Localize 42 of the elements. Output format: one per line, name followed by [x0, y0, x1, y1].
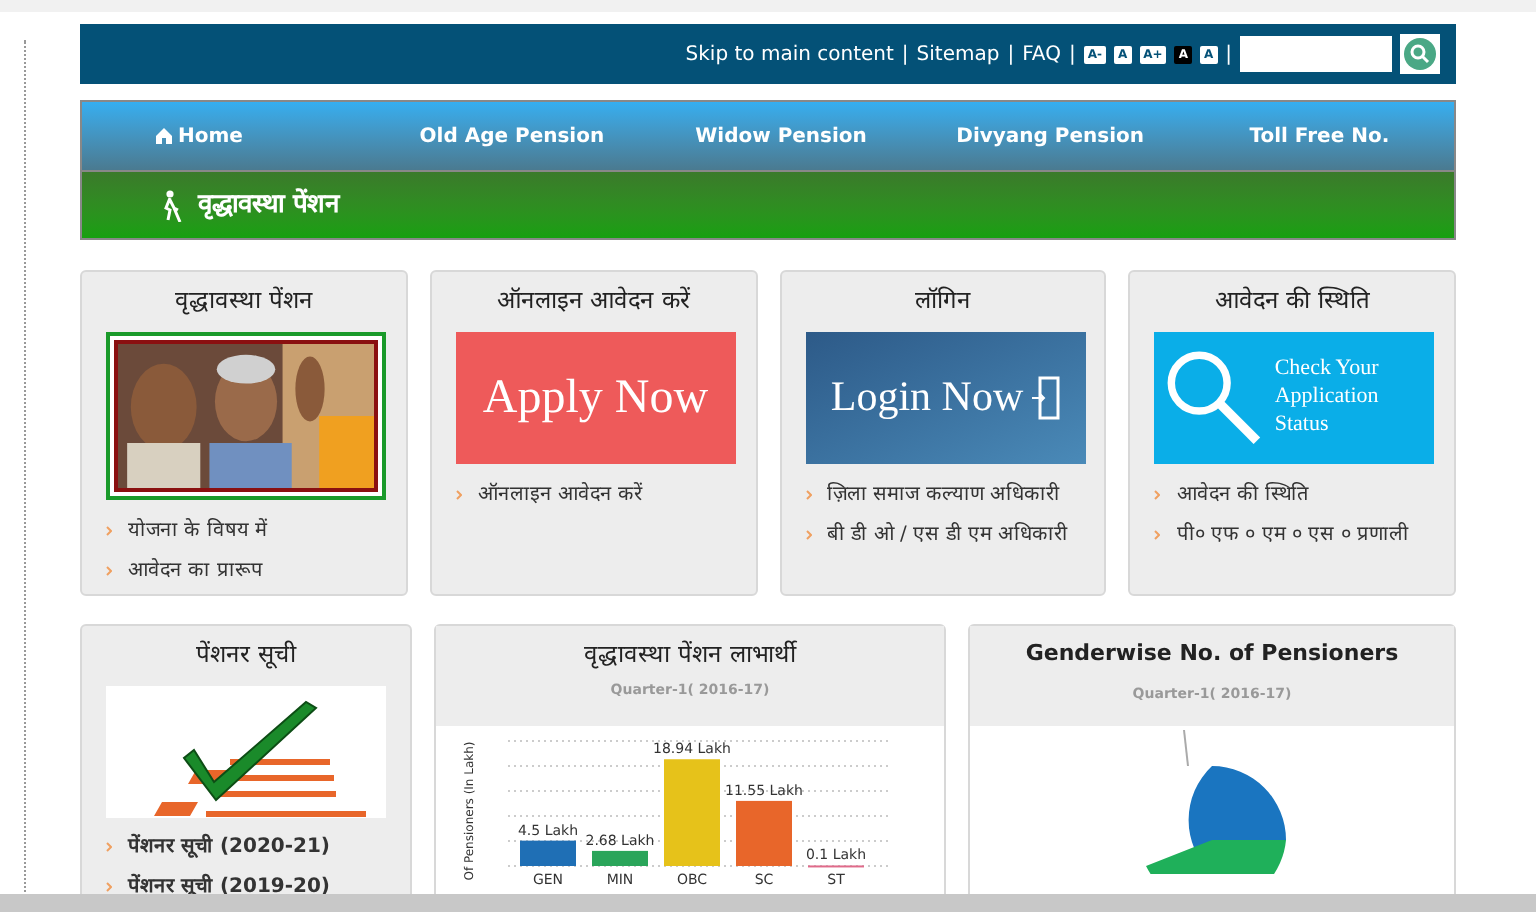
chevron-icon [1154, 530, 1161, 540]
card-title: वृद्धावस्था पेंशन [172, 284, 315, 318]
card-title: आवेदन की स्थिति [1212, 284, 1372, 318]
card-title: ऑनलाइन आवेदन करें [494, 284, 693, 318]
card-link[interactable]: योजना के विषय में [128, 516, 268, 546]
separator: | [1225, 41, 1232, 69]
card-link[interactable]: ऑनलाइन आवेदन करें [477, 480, 643, 510]
chevron-icon [455, 490, 462, 500]
search-field[interactable] [1240, 36, 1392, 72]
chevron-icon [106, 842, 112, 852]
panel-title: Genderwise No. of Pensioners [1025, 638, 1399, 670]
top-link[interactable]: Skip to main content [685, 39, 894, 69]
door-icon [1031, 376, 1060, 420]
chevron-icon [805, 490, 811, 500]
chevron-icon [106, 566, 112, 576]
banner-text: Apply Now [482, 370, 709, 428]
chevron-icon [805, 530, 811, 540]
chevron-icon [106, 882, 112, 892]
home-icon [154, 126, 174, 146]
banner-text: Login Now [830, 370, 1024, 425]
separator: | [1007, 41, 1015, 69]
top-link[interactable]: Sitemap [916, 39, 1000, 69]
login-banner[interactable]: Login Now [805, 332, 1085, 464]
card-title: लॉगिन [912, 284, 973, 318]
separator: | [1068, 41, 1076, 69]
card-link[interactable]: आवेदन का प्रारूप [128, 556, 263, 586]
walking-figure-icon [162, 189, 182, 221]
card-link[interactable]: पी० एफ ० एम ० एस ० प्रणाली [1176, 520, 1410, 550]
card-link[interactable]: आवेदन की स्थिति [1176, 480, 1310, 510]
chevron-icon [106, 526, 112, 536]
separator: | [901, 41, 909, 69]
chevron-icon [1154, 490, 1161, 500]
search-icon [1404, 38, 1436, 70]
page-title: वृद्धावस्था पेंशन [198, 186, 340, 224]
search-button[interactable] [1400, 34, 1440, 74]
top-link[interactable]: FAQ [1022, 39, 1061, 69]
card-link[interactable]: बी डी ओ / एस डी एम अधिकारी [827, 520, 1069, 550]
card-link[interactable]: पेंशनर सूची (2020-21) [128, 832, 331, 862]
panel-title: वृद्धावस्था पेंशन लाभार्थी [584, 638, 796, 672]
card-link[interactable]: ज़िला समाज कल्याण अधिकारी [827, 480, 1061, 510]
card-title: पेंशनर सूची [194, 638, 299, 672]
banner-text: Check Your Application Status [1274, 356, 1381, 440]
